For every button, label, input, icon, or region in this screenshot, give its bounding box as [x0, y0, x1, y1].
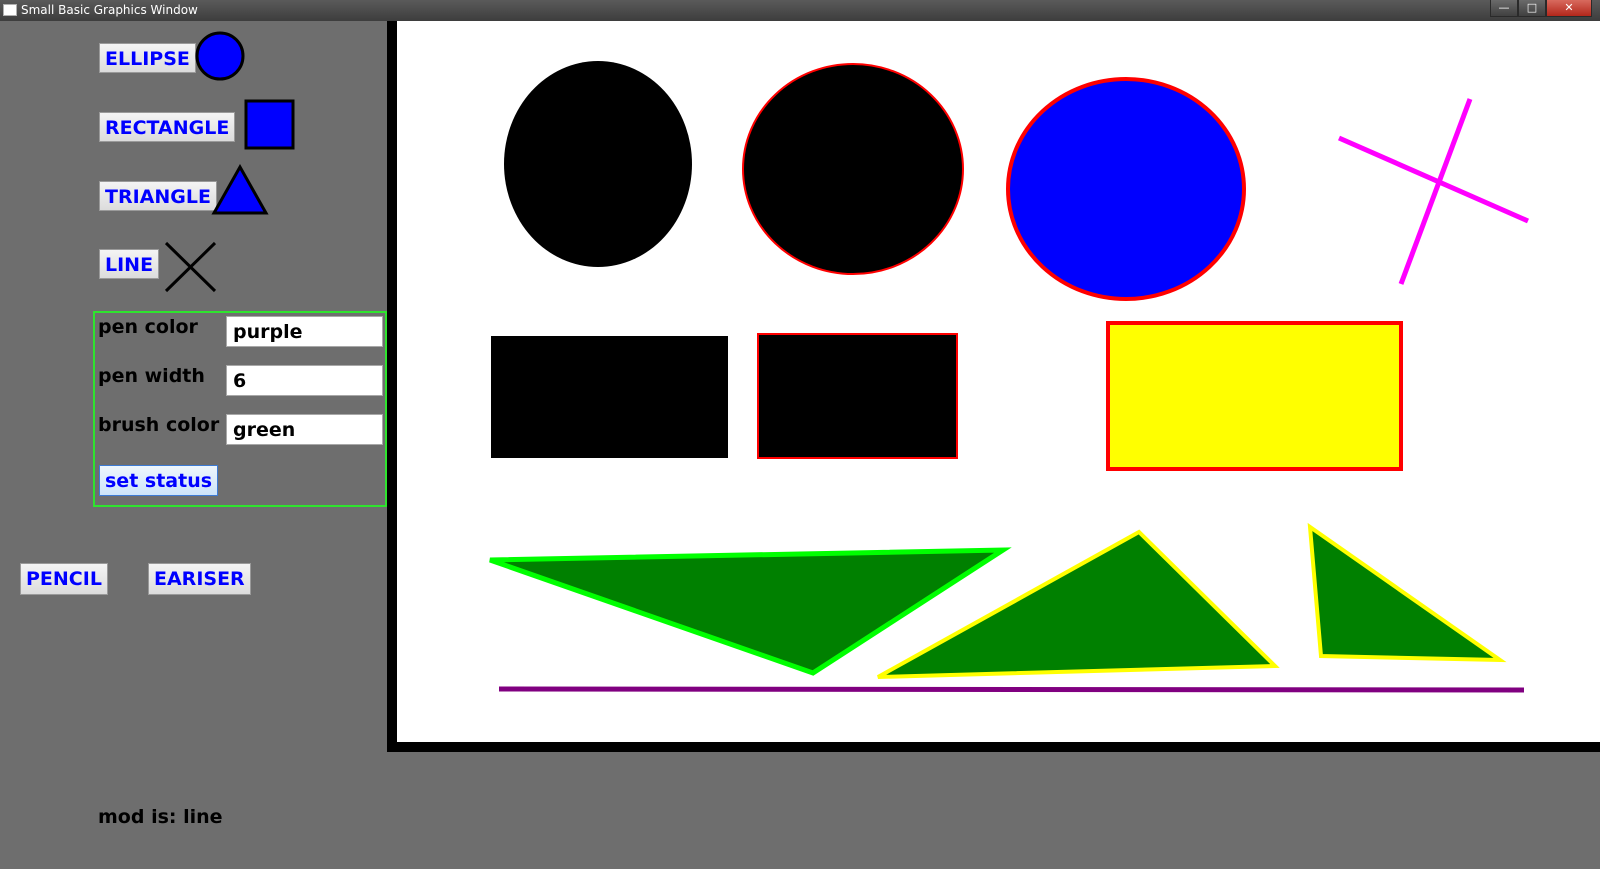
mode-status-text: mod is: line — [98, 806, 223, 828]
shape-ellipse[interactable] — [742, 63, 964, 275]
square-icon — [244, 99, 295, 150]
canvas-drawing — [489, 61, 1530, 693]
pen-color-label: pen color — [98, 316, 198, 338]
graphics-window: Small Basic Graphics Window — □ ✕ ELLIPS… — [0, 0, 1600, 869]
minimize-button[interactable]: — — [1490, 0, 1518, 17]
brush-color-field[interactable] — [226, 414, 383, 445]
pen-width-label: pen width — [98, 365, 205, 387]
shape-triangle[interactable] — [1307, 522, 1507, 663]
title-bar[interactable]: Small Basic Graphics Window — □ ✕ — [0, 0, 1600, 21]
triangle-button[interactable]: TRIANGLE — [99, 181, 217, 211]
window-title: Small Basic Graphics Window — [21, 3, 198, 17]
ellipse-button[interactable]: ELLIPSE — [99, 43, 196, 73]
line-button[interactable]: LINE — [99, 249, 160, 279]
pen-width-field[interactable] — [226, 365, 383, 396]
shape-line[interactable] — [1337, 135, 1530, 224]
set-status-button[interactable]: set status — [99, 465, 219, 496]
circle-icon — [195, 31, 245, 81]
shape-ellipse[interactable] — [504, 61, 692, 267]
shape-rectangle[interactable] — [757, 333, 958, 459]
window-controls: — □ ✕ — [1490, 0, 1592, 18]
cross-line-icon — [164, 241, 217, 293]
triangle-icon — [211, 164, 269, 215]
drawing-canvas[interactable] — [397, 21, 1600, 742]
app-icon — [3, 4, 17, 16]
shape-ellipse[interactable] — [1006, 77, 1246, 301]
eraser-button[interactable]: EARISER — [148, 563, 251, 595]
brush-color-label: brush color — [98, 414, 220, 436]
pencil-button[interactable]: PENCIL — [20, 563, 108, 595]
shape-rectangle[interactable] — [491, 336, 728, 458]
pen-color-field[interactable] — [226, 316, 383, 347]
shape-rectangle[interactable] — [1106, 321, 1403, 471]
close-button[interactable]: ✕ — [1546, 0, 1592, 17]
mode-status: mod is: line — [98, 806, 223, 828]
maximize-button[interactable]: □ — [1518, 0, 1546, 17]
rectangle-button[interactable]: RECTANGLE — [99, 112, 236, 142]
shape-line[interactable] — [498, 686, 1525, 693]
